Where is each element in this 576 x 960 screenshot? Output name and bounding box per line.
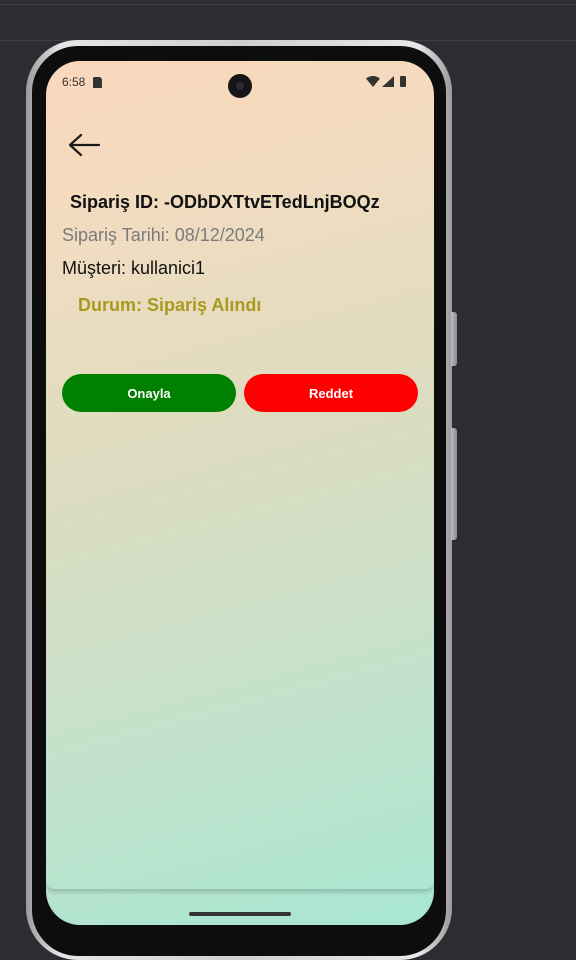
home-indicator[interactable]: [189, 912, 291, 916]
order-detail-card: [46, 105, 434, 889]
reject-button[interactable]: Reddet: [244, 374, 418, 412]
camera-lens: [236, 82, 244, 90]
ide-toolbar: [0, 0, 576, 41]
back-button[interactable]: [66, 129, 102, 161]
front-camera: [228, 74, 252, 98]
status-bar: 6:58: [46, 61, 434, 105]
sd-card-icon: [93, 77, 102, 88]
device-screen: 6:58 Sipariş ID: -ODbDXTtvETedLnjBOQz Si…: [46, 61, 434, 925]
volume-button[interactable]: [451, 428, 457, 540]
power-button[interactable]: [451, 312, 457, 366]
customer-name: Müşteri: kullanici1: [62, 258, 206, 278]
order-date: Sipariş Tarihi: 08/12/2024: [62, 225, 265, 245]
signal-icon: [382, 76, 394, 87]
order-status: Durum: Sipariş Alındı: [78, 295, 262, 315]
toolbar-divider: [0, 4, 576, 5]
order-id: Sipariş ID: -ODbDXTtvETedLnjBOQz: [70, 192, 380, 212]
arrow-left-icon: [68, 133, 101, 157]
approve-button[interactable]: Onayla: [62, 374, 236, 412]
battery-icon: [400, 76, 406, 87]
wifi-icon: [366, 76, 380, 87]
status-time: 6:58: [62, 75, 86, 89]
